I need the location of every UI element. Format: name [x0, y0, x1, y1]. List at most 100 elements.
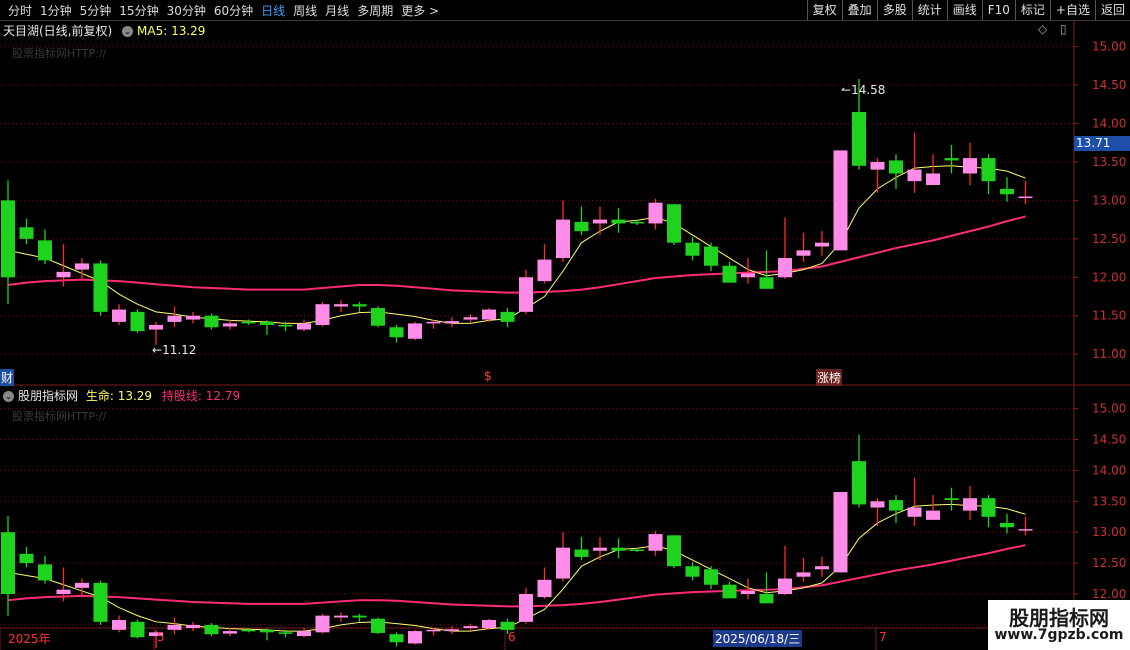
- sub-candle-body: [500, 621, 515, 630]
- timeframe-tab-5[interactable]: 60分钟: [210, 2, 257, 19]
- sub-candle-body: [981, 498, 996, 517]
- diamond-icon[interactable]: ◇: [1038, 22, 1047, 36]
- sub-candle-body: [722, 584, 737, 599]
- main-candle-body: [704, 246, 718, 266]
- main-candle-body: [371, 308, 385, 326]
- main-candle-body: [556, 219, 570, 259]
- main-candle-body: [500, 311, 515, 322]
- timeframe-tab-10[interactable]: 更多 >: [397, 2, 443, 19]
- main-candle-body: [759, 277, 774, 289]
- indicator-name[interactable]: 股朋指标网: [18, 389, 78, 403]
- event-marker-top-gainer[interactable]: 涨榜: [816, 369, 843, 386]
- timeframe-tab-7[interactable]: 周线: [289, 2, 321, 19]
- main-candle-body: [130, 311, 145, 332]
- sub-candle-body: [815, 566, 829, 570]
- sub-hold-line: [7, 544, 1026, 608]
- timeframe-tab-0[interactable]: 分时: [4, 2, 36, 19]
- event-marker-dividend[interactable]: $: [484, 369, 492, 383]
- date-label-june: 6: [508, 630, 516, 644]
- toolbar-buttons: 复权 叠加 多股 统计 画线 F10 标记 +自选 返回: [806, 0, 1130, 20]
- stock-title[interactable]: 天目湖(日线,前复权): [3, 24, 112, 38]
- main-candle-body: [574, 221, 589, 232]
- main-candle-body: [1000, 188, 1014, 195]
- watermark: 股票指标网HTTP://: [12, 47, 107, 60]
- main-candle-body: [889, 160, 903, 174]
- sub-candle-body: [130, 621, 145, 638]
- main-hold-line: [7, 215, 1026, 294]
- hold-line-label: 持股线: 12.79: [161, 389, 241, 403]
- sub-candle-body: [907, 507, 922, 517]
- main-candle-body: [815, 242, 829, 247]
- toolbar-button-2[interactable]: 多股: [876, 0, 912, 20]
- brand-badge: 股朋指标网 www.7gpzb.com: [988, 600, 1130, 650]
- sub-candle-body: [852, 461, 866, 505]
- collapse-icon[interactable]: ⌄: [3, 391, 14, 402]
- toolbar-button-7[interactable]: +自选: [1049, 0, 1095, 20]
- sub-candle-body: [408, 631, 422, 644]
- toolbar-button-1[interactable]: 叠加: [841, 0, 877, 20]
- timeframe-tab-8[interactable]: 月线: [321, 2, 353, 19]
- sub-candle-body: [93, 582, 108, 622]
- window-icon[interactable]: ▯: [1060, 22, 1067, 36]
- sub-candle-body: [796, 572, 811, 577]
- toolbar-button-4[interactable]: 画线: [946, 0, 982, 20]
- timeframe-tabs: 分时 1分钟 5分钟 15分钟 30分钟 60分钟 日线 周线 月线 多周期 更多 >: [0, 2, 443, 19]
- sub-candle-body: [593, 547, 607, 551]
- current-price-tag: 13.71: [1074, 136, 1130, 151]
- main-candle-body: [241, 321, 256, 324]
- sub-candle-body: [260, 629, 274, 633]
- crosshair-date: 2025/06/18/三: [713, 630, 803, 647]
- main-candle-body: [149, 324, 163, 330]
- main-candle-body: [278, 324, 293, 327]
- main-candle-body: [167, 315, 182, 322]
- toolbar-button-6[interactable]: 标记: [1014, 0, 1050, 20]
- timeframe-tab-6[interactable]: 日线: [257, 2, 289, 19]
- main-candle-body: [630, 221, 644, 224]
- sub-candle-body: [704, 569, 718, 585]
- timeframe-tab-1[interactable]: 1分钟: [36, 2, 76, 19]
- sub-candle-body: [186, 624, 200, 628]
- brand-url: www.7gpzb.com: [994, 627, 1124, 643]
- toolbar-button-0[interactable]: 复权: [806, 0, 842, 20]
- main-candle-body: [38, 240, 52, 261]
- sub-candle-body: [537, 579, 552, 598]
- event-marker-finance[interactable]: 财: [0, 369, 15, 386]
- main-candle-body: [93, 263, 108, 312]
- timeframe-tab-3[interactable]: 15分钟: [115, 2, 162, 19]
- collapse-icon[interactable]: ⌄: [122, 26, 134, 37]
- sub-candle-body: [389, 634, 404, 643]
- main-candle-body: [1018, 196, 1033, 199]
- toolbar-button-8[interactable]: 返回: [1094, 0, 1130, 20]
- main-candle-body: [19, 227, 34, 239]
- main-candle-body: [297, 323, 311, 330]
- timeframe-tab-2[interactable]: 5分钟: [76, 2, 116, 19]
- main-candle-body: [315, 304, 330, 325]
- main-candle-body: [389, 327, 404, 338]
- sub-panel-header: ⌄ 股朋指标网 生命: 13.29 持股线: 12.79: [3, 387, 240, 404]
- sub-candle-body: [112, 619, 126, 630]
- main-candle-body: [204, 315, 219, 328]
- sub-candle-body: [741, 590, 755, 595]
- axis-label-sub: 13.00: [1092, 525, 1126, 539]
- main-candle-body: [722, 265, 737, 283]
- main-candle-body: [445, 321, 459, 324]
- axis-label-main: 13.00: [1092, 193, 1126, 207]
- main-candle-body: [778, 258, 792, 278]
- ma5-label: MA5: 13.29: [137, 24, 206, 38]
- main-candle-body: [463, 317, 478, 320]
- arrow-left-icon: ←: [152, 343, 163, 357]
- sub-candle-body: [926, 510, 940, 520]
- sub-candle-body: [944, 498, 959, 501]
- axis-label-sub: 15.00: [1092, 402, 1126, 416]
- kline-chart[interactable]: 15.00 14.50 14.00 13.50 13.00 12.50 12.00 11.50…: [0, 21, 1130, 650]
- date-label-july: 7: [879, 630, 887, 644]
- timeframe-tab-4[interactable]: 30分钟: [163, 2, 210, 19]
- main-candle-body: [75, 263, 89, 270]
- sub-candle-body: [685, 566, 700, 577]
- sub-candle-body: [870, 501, 885, 508]
- timeframe-tab-9[interactable]: 多周期: [353, 2, 397, 19]
- main-candle-body: [1, 200, 15, 278]
- toolbar-button-3[interactable]: 统计: [911, 0, 947, 20]
- toolbar-button-5[interactable]: F10: [981, 0, 1015, 20]
- main-candle-body: [260, 321, 274, 325]
